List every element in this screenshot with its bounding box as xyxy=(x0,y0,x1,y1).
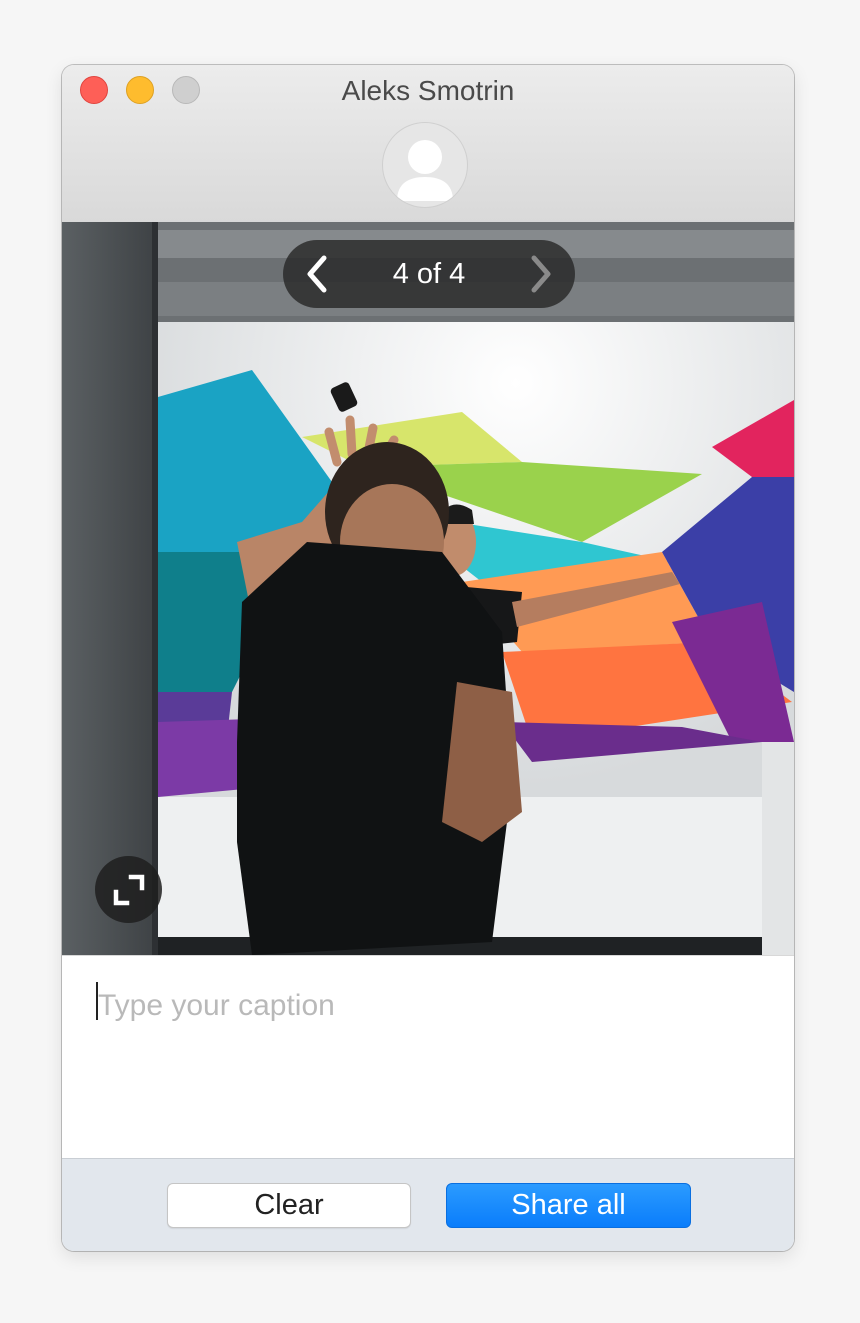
pager-label: 4 of 4 xyxy=(392,258,466,290)
caption-area xyxy=(62,955,794,1159)
chevron-right-icon xyxy=(531,255,551,293)
photo-pager: 4 of 4 xyxy=(283,240,575,308)
title-bar: Aleks Smotrin xyxy=(62,65,794,223)
share-all-button[interactable]: Share all xyxy=(446,1183,691,1228)
next-photo-button[interactable] xyxy=(510,240,570,308)
caption-input[interactable] xyxy=(94,976,758,1036)
clear-button[interactable]: Clear xyxy=(167,1183,411,1228)
share-window: Aleks Smotrin 4 of 4 Type your caption C… xyxy=(62,65,794,1251)
expand-photo-button[interactable] xyxy=(95,856,162,923)
window-title: Aleks Smotrin xyxy=(341,75,515,106)
chevron-left-icon xyxy=(307,255,327,293)
previous-photo-button[interactable] xyxy=(288,240,348,308)
text-caret xyxy=(96,982,98,1020)
person-silhouette-icon xyxy=(397,140,453,201)
avatar xyxy=(382,122,468,208)
footer-bar: Clear Share all xyxy=(62,1158,794,1251)
expand-icon xyxy=(113,874,144,905)
photo-image xyxy=(62,222,794,955)
photo-preview: 4 of 4 xyxy=(62,222,794,955)
